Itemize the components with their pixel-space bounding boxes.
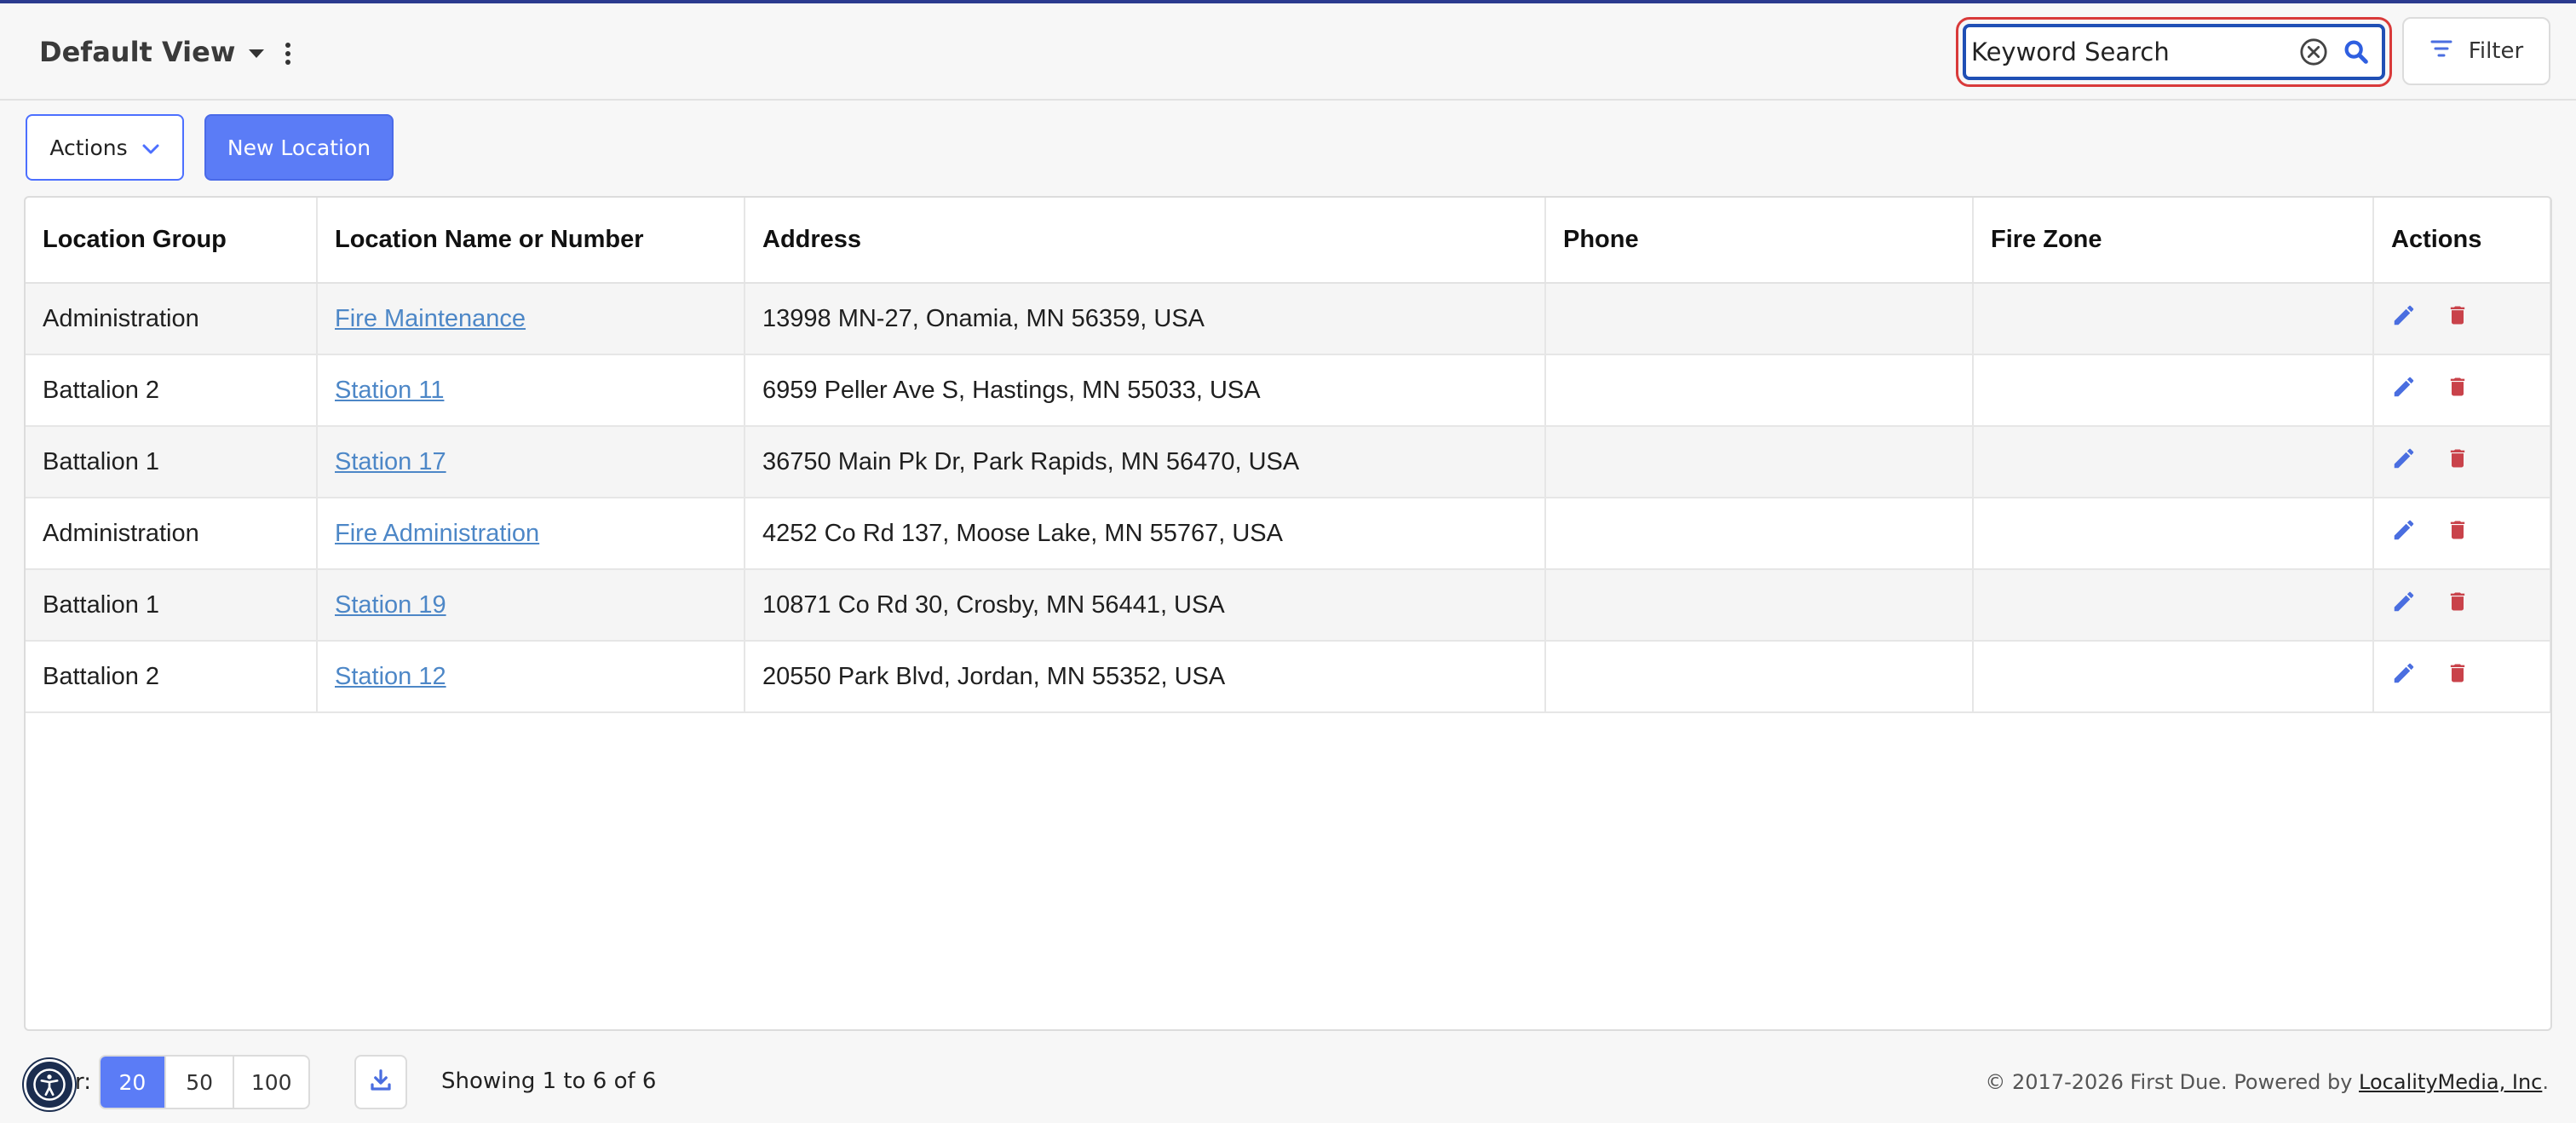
view-title: Default View: [39, 36, 236, 68]
cell-phone: [1545, 498, 1974, 570]
per-page-label: r:: [75, 1069, 91, 1095]
table-row: Battalion 2 Station 12 20550 Park Blvd, …: [26, 641, 2550, 713]
column-header-address[interactable]: Address: [745, 198, 1546, 284]
chevron-down-icon: [141, 135, 160, 160]
cell-phone: [1545, 641, 1974, 713]
cell-location-name: Fire Maintenance: [317, 283, 745, 355]
cell-actions: [2373, 283, 2550, 355]
column-header-fire-zone[interactable]: Fire Zone: [1973, 198, 2374, 284]
column-header-actions: Actions: [2373, 198, 2550, 284]
cell-actions: [2373, 641, 2550, 713]
cell-actions: [2373, 569, 2550, 642]
cell-location-group: Battalion 1: [26, 569, 318, 642]
copyright-suffix: .: [2542, 1070, 2549, 1094]
per-page-selector: 20 50 100: [99, 1055, 310, 1109]
view-selector[interactable]: Default View: [39, 31, 265, 73]
pencil-icon[interactable]: [2391, 660, 2417, 693]
trash-icon[interactable]: [2446, 302, 2470, 335]
cell-fire-zone: [1973, 498, 2374, 570]
location-name-link[interactable]: Station 17: [335, 448, 446, 475]
cell-location-group: Battalion 2: [26, 641, 318, 713]
location-name-link[interactable]: Station 19: [335, 591, 446, 619]
cell-address: 13998 MN-27, Onamia, MN 56359, USA: [745, 283, 1546, 355]
new-location-button[interactable]: New Location: [204, 114, 394, 181]
cell-phone: [1545, 569, 1974, 642]
cell-address: 36750 Main Pk Dr, Park Rapids, MN 56470,…: [745, 426, 1546, 498]
per-page-option-20[interactable]: 20: [101, 1057, 166, 1108]
cell-phone: [1545, 426, 1974, 498]
trash-icon[interactable]: [2446, 446, 2470, 478]
pencil-icon[interactable]: [2391, 589, 2417, 621]
cell-address: 4252 Co Rd 137, Moose Lake, MN 55767, US…: [745, 498, 1546, 570]
column-header-location-name[interactable]: Location Name or Number: [317, 198, 745, 284]
actions-dropdown-button[interactable]: Actions: [26, 114, 184, 181]
chevron-down-icon: [249, 49, 265, 58]
table-row: Battalion 1 Station 17 36750 Main Pk Dr,…: [26, 426, 2550, 498]
cell-location-group: Administration: [26, 283, 318, 355]
pencil-icon[interactable]: [2391, 374, 2417, 406]
cell-location-group: Battalion 2: [26, 354, 318, 427]
download-button[interactable]: [354, 1055, 407, 1109]
cell-location-name: Station 17: [317, 426, 745, 498]
per-page-option-50[interactable]: 50: [166, 1057, 235, 1108]
filter-icon: [2429, 38, 2453, 64]
cell-fire-zone: [1973, 641, 2374, 713]
actions-label: Actions: [49, 135, 128, 160]
cell-location-name: Station 19: [317, 569, 745, 642]
table-row: Battalion 1 Station 19 10871 Co Rd 30, C…: [26, 569, 2550, 642]
location-name-link[interactable]: Station 12: [335, 663, 446, 690]
cell-address: 6959 Peller Ave S, Hastings, MN 55033, U…: [745, 354, 1546, 427]
locations-table: Location Group Location Name or Number A…: [24, 196, 2552, 1031]
filter-label: Filter: [2468, 38, 2524, 64]
cell-actions: [2373, 426, 2550, 498]
download-icon: [368, 1068, 394, 1097]
cell-location-group: Administration: [26, 498, 318, 570]
cell-address: 10871 Co Rd 30, Crosby, MN 56441, USA: [745, 569, 1546, 642]
accessibility-icon[interactable]: [24, 1059, 75, 1110]
table-row: Battalion 2 Station 11 6959 Peller Ave S…: [26, 354, 2550, 427]
location-name-link[interactable]: Fire Administration: [335, 520, 539, 547]
trash-icon[interactable]: [2446, 660, 2470, 693]
cell-location-name: Station 12: [317, 641, 745, 713]
cell-actions: [2373, 354, 2550, 427]
column-header-location-group[interactable]: Location Group: [26, 198, 318, 284]
cell-address: 20550 Park Blvd, Jordan, MN 55352, USA: [745, 641, 1546, 713]
cell-location-name: Fire Administration: [317, 498, 745, 570]
pagination-summary: Showing 1 to 6 of 6: [441, 1068, 657, 1094]
pencil-icon[interactable]: [2391, 446, 2417, 478]
cell-fire-zone: [1973, 354, 2374, 427]
table-row: Administration Fire Maintenance 13998 MN…: [26, 283, 2550, 355]
pencil-icon[interactable]: [2391, 302, 2417, 335]
cell-location-group: Battalion 1: [26, 426, 318, 498]
cell-fire-zone: [1973, 283, 2374, 355]
table-header-row: Location Group Location Name or Number A…: [26, 198, 2550, 284]
copyright-prefix: © 2017-2026 First Due. Powered by: [1985, 1070, 2360, 1094]
close-circle-icon[interactable]: [2297, 35, 2331, 69]
pencil-icon[interactable]: [2391, 517, 2417, 550]
cell-fire-zone: [1973, 426, 2374, 498]
column-header-phone[interactable]: Phone: [1545, 198, 1974, 284]
copyright-text: © 2017-2026 First Due. Powered by Locali…: [1985, 1070, 2549, 1094]
table-row: Administration Fire Administration 4252 …: [26, 498, 2550, 570]
trash-icon[interactable]: [2446, 517, 2470, 550]
per-page-option-100[interactable]: 100: [234, 1057, 308, 1108]
cell-location-name: Station 11: [317, 354, 745, 427]
trash-icon[interactable]: [2446, 589, 2470, 621]
localitymedia-link[interactable]: LocalityMedia, Inc: [2359, 1070, 2542, 1094]
kebab-icon[interactable]: [278, 41, 298, 66]
cell-actions: [2373, 498, 2550, 570]
search-input[interactable]: [1966, 27, 2297, 77]
location-name-link[interactable]: Station 11: [335, 377, 444, 404]
search-icon[interactable]: [2339, 35, 2373, 69]
search-box: [1963, 24, 2385, 80]
cell-phone: [1545, 354, 1974, 427]
trash-icon[interactable]: [2446, 374, 2470, 406]
filter-button[interactable]: Filter: [2402, 17, 2550, 85]
location-name-link[interactable]: Fire Maintenance: [335, 305, 526, 332]
cell-phone: [1545, 283, 1974, 355]
cell-fire-zone: [1973, 569, 2374, 642]
